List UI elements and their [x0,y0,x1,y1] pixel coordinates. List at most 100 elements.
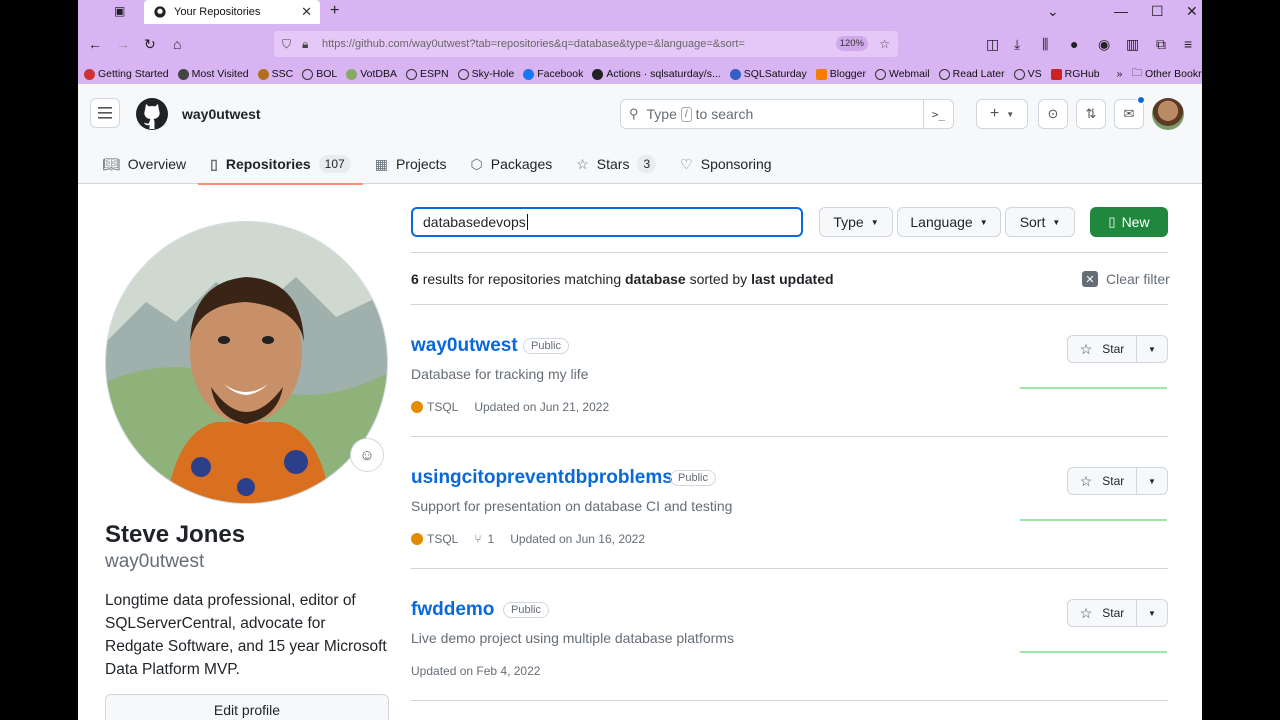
bookmark-item[interactable]: VotDBA [346,68,397,80]
search-input[interactable]: ⚲ Type / to search >_ [620,99,954,129]
star-button[interactable]: ☆ Star ▼ [1067,599,1168,627]
fork-count[interactable]: 1 [488,532,495,546]
star-toggle[interactable]: ☆ Star [1068,468,1137,494]
star-list-dropdown[interactable]: ▼ [1137,600,1167,626]
set-status-button[interactable]: ☺ [350,438,384,472]
menu-icon[interactable]: ≡ [1184,36,1192,52]
pocket-icon[interactable]: ◫ [986,36,999,52]
profile-photo[interactable] [105,221,388,504]
language-color-dot [411,533,423,545]
chevron-down-icon: ▼ [1148,608,1156,618]
maximize-icon[interactable]: ☐ [1151,3,1164,20]
notification-indicator [1137,96,1145,104]
bookmark-item[interactable]: BOL [302,68,337,80]
repo-name-link[interactable]: fwddemo [411,599,494,621]
url-bar[interactable]: ⛉ 🔒︎ https://github.com/way0utwest?tab=r… [274,31,898,57]
star-list-dropdown[interactable]: ▼ [1137,336,1167,362]
bookmark-item[interactable]: Facebook [523,68,583,80]
search-icon: ⚲ [629,106,639,121]
x-icon: ✕ [1082,271,1098,287]
hamburger-menu-button[interactable] [90,98,120,128]
repo-list-item: fwddemo Public Live demo project using m… [411,569,1168,701]
repo-search-input[interactable]: databasedevops [411,207,803,237]
tab-title: Your Repositories [174,6,261,18]
bookmark-item[interactable]: VS [1013,68,1042,80]
issues-button[interactable]: ⊙ [1038,99,1068,129]
chevron-down-icon: ▼ [1006,109,1015,119]
activity-sparkline [1020,519,1167,521]
bookmark-item[interactable]: ESPN [406,68,449,80]
sort-button[interactable]: Sort ▼ [1005,207,1075,237]
type-filter-button[interactable]: Type ▼ [819,207,893,237]
repo-list-item: usingcitopreventdbproblems Public Suppor… [411,437,1168,569]
new-repo-button[interactable]: ▯ New [1090,207,1168,237]
close-window-icon[interactable]: ✕ [1186,3,1198,20]
tab-repositories[interactable]: ▯ Repositories 107 [198,144,363,185]
star-button[interactable]: ☆ Star ▼ [1067,335,1168,363]
bookmark-item[interactable]: SSC [257,68,293,80]
bookmark-item[interactable]: SQLSaturday [729,68,807,80]
extensions-icon[interactable]: ⧉ [1156,36,1166,52]
tracking-shield-icon[interactable]: ⛉ [282,37,291,52]
home-icon[interactable]: ⌂ [173,36,181,52]
blogger-icon [815,68,827,80]
browser-tab[interactable]: Your Repositories ✕ [144,0,320,24]
github-header: way0utwest ⚲ Type / to search >_ + ▼ ⊙ ⇅ … [78,84,1202,185]
reload-icon[interactable]: ↻ [144,36,156,52]
tab-stars[interactable]: ☆ Stars 3 [564,144,668,184]
tab-packages[interactable]: ⬡ Packages [459,144,565,184]
back-icon[interactable]: ← [88,36,102,52]
forward-icon[interactable]: → [116,36,130,52]
library-icon[interactable]: ⫼ [1042,36,1048,52]
account-icon[interactable]: ● [1070,36,1078,52]
bookmark-item[interactable]: Getting Started [84,68,169,80]
avatar[interactable] [1152,98,1184,130]
github-icon [592,68,604,80]
header-username[interactable]: way0utwest [182,106,261,122]
zoom-level[interactable]: 120% [835,36,868,51]
language-filter-button[interactable]: Language ▼ [897,207,1001,237]
close-tab-icon[interactable]: ✕ [301,4,312,20]
repo-name-link[interactable]: way0utwest [411,335,518,357]
bookmark-icon [84,68,95,80]
smiley-icon: ☺ [359,446,375,464]
more-bookmarks-icon[interactable]: » [1117,68,1123,80]
lock-icon[interactable]: 🔒︎ [302,37,308,52]
other-bookmarks[interactable]: 🗀︎Other Bookmarks [1131,65,1202,83]
repo-name-link[interactable]: usingcitopreventdbproblems [411,467,673,489]
tab-overview[interactable]: 📖︎ Overview [90,144,198,184]
profile-tabs: 📖︎ Overview ▯ Repositories 107 ▦ Projects ⬡ P… [90,144,784,185]
repo-meta: Updated on Feb 4, 2022 [411,664,540,678]
star-list-dropdown[interactable]: ▼ [1137,468,1167,494]
bookmark-item[interactable]: Blogger [815,68,866,80]
bookmark-icon [346,68,358,80]
bookmark-item[interactable]: Most Visited [177,68,249,80]
sidebar-icon[interactable]: ▥ [1126,36,1139,52]
chevron-down-icon: ▼ [1052,217,1061,227]
star-button[interactable]: ☆ Star ▼ [1067,467,1168,495]
bookmark-item[interactable]: Actions · sqlsaturday/s... [592,68,721,80]
star-icon: ☆ [1079,340,1093,357]
edit-profile-button[interactable]: Edit profile [105,694,389,720]
minimize-icon[interactable]: — [1114,3,1128,19]
bookmark-item[interactable]: Sky-Hole [457,68,514,80]
downloads-icon[interactable]: ⤓ [1014,36,1020,52]
bookmark-item[interactable]: Read Later [938,68,1005,80]
bookmark-item[interactable]: RGHub [1050,68,1100,80]
command-palette-icon[interactable]: >_ [923,100,953,128]
tab-sponsoring[interactable]: ♡ Sponsoring [668,144,783,184]
list-all-tabs-icon[interactable]: ⌄ [1047,3,1059,20]
create-new-button[interactable]: + ▼ [976,99,1028,129]
new-tab-icon[interactable]: + [330,2,339,20]
tab-projects[interactable]: ▦ Projects [363,144,459,184]
star-toggle[interactable]: ☆ Star [1068,336,1137,362]
tab-list-icon[interactable]: ▣ [114,4,130,20]
extension-icon[interactable]: ◉ [1098,36,1110,52]
profile-name: Steve Jones [105,521,246,548]
bookmark-item[interactable]: Webmail [874,68,930,80]
star-toggle[interactable]: ☆ Star [1068,600,1137,626]
clear-filter-button[interactable]: ✕ Clear filter [1082,271,1170,287]
github-logo-icon[interactable] [136,98,168,130]
bookmark-star-icon[interactable]: ☆ [879,37,890,51]
pull-requests-button[interactable]: ⇅ [1076,99,1106,129]
